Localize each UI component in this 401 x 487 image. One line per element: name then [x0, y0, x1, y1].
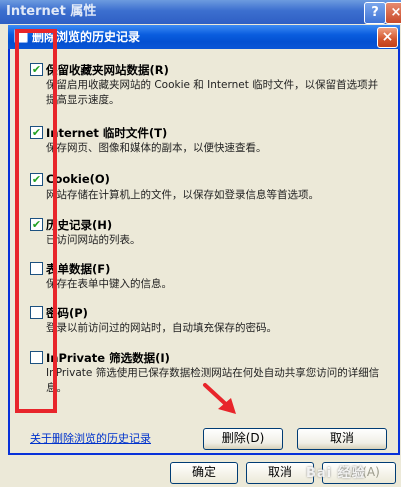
option-label[interactable]: 保留收藏夹网站数据(R): [46, 62, 169, 78]
option-label[interactable]: Internet 临时文件(T): [46, 125, 167, 141]
delete-button[interactable]: 删除(D): [203, 428, 283, 450]
option-description: 网站存储在计算机上的文件，以保存如登录信息等首选项。: [46, 189, 319, 201]
option-description: 保留启用收藏夹网站的 Cookie 和 Internet 临时文件，以保留首选项…: [46, 79, 379, 106]
parent-window-title: Internet 属性: [6, 4, 97, 19]
parent-close-button[interactable]: ×: [385, 2, 401, 24]
dialog-close-button[interactable]: ×: [377, 27, 398, 48]
parent-window-titlebar: Internet 属性: [0, 0, 401, 24]
option-description: 登录以前访问过的网站时，自动填充保存的密码。: [46, 322, 277, 334]
option-description: 保存在表单中键入的信息。: [46, 278, 172, 290]
annotation-arrow-icon: [203, 383, 236, 414]
parent-ok-button[interactable]: 确定: [170, 462, 238, 484]
parent-help-button[interactable]: ?: [364, 2, 386, 24]
option-description: 已访问网站的列表。: [46, 234, 141, 246]
dialog-titlebar: 删除浏览的历史记录: [8, 25, 400, 49]
watermark: Bai 经验: [306, 466, 366, 481]
option-label[interactable]: InPrivate 筛选数据(I): [46, 350, 170, 366]
about-delete-history-link[interactable]: 关于删除浏览的历史记录: [30, 430, 151, 446]
annotation-highlight-box: [15, 29, 57, 413]
parent-cancel-button[interactable]: 取消: [246, 462, 314, 484]
dialog-cancel-button[interactable]: 取消: [297, 428, 387, 450]
option-description: 保存网页、图像和媒体的副本，以便快速查看。: [46, 142, 267, 154]
